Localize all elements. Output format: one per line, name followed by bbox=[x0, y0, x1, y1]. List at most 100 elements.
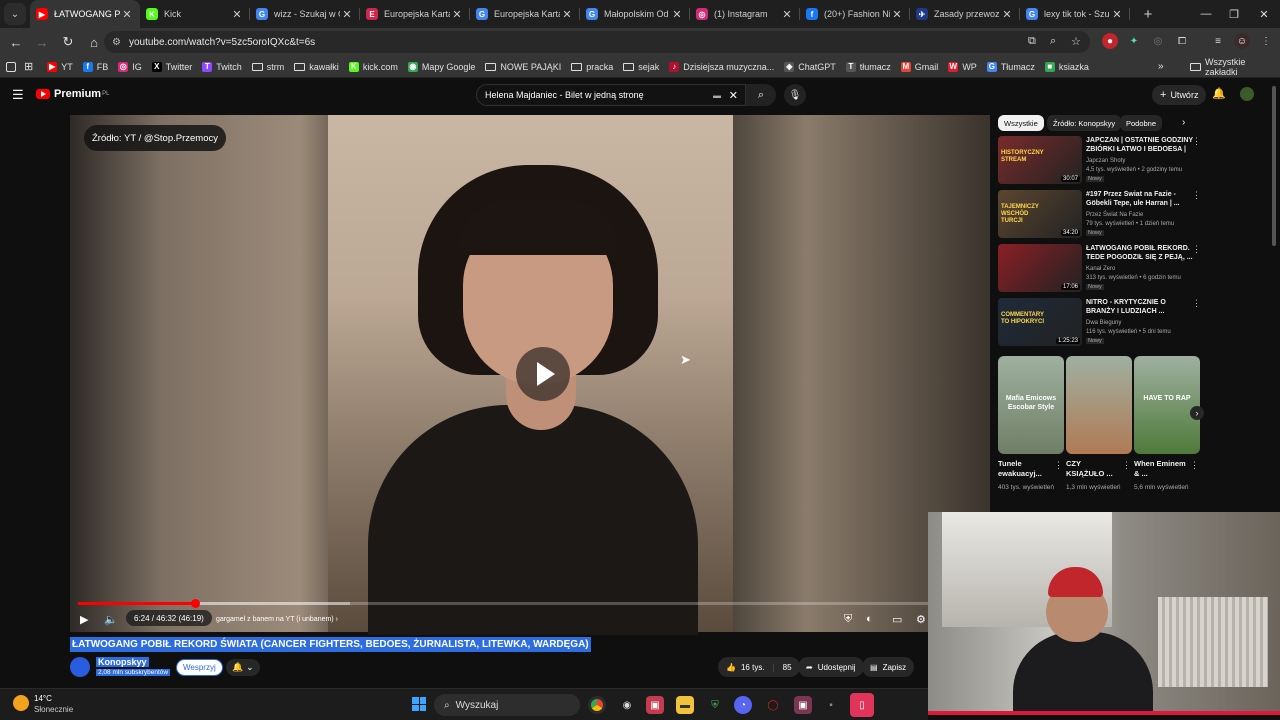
new-tab-button[interactable]: + bbox=[1136, 6, 1160, 23]
page-scrollbar[interactable] bbox=[1272, 86, 1276, 246]
bookmark-item[interactable]: G Tłumacz bbox=[986, 61, 1035, 72]
bookmark-item[interactable]: ▶ YT bbox=[47, 61, 73, 72]
home-icon[interactable]: ⌂ bbox=[82, 30, 106, 54]
bookmark-item[interactable]: W WP bbox=[948, 61, 977, 72]
short-title[interactable]: When Eminem & ... bbox=[1134, 459, 1188, 479]
settings-gear-icon[interactable]: ⚙ bbox=[916, 610, 926, 628]
volume-icon[interactable]: 🔈 bbox=[104, 610, 118, 628]
tab-close-icon[interactable]: ✕ bbox=[230, 8, 244, 21]
recommendation-item[interactable]: TAJEMNICZY WSCHÓD TURCJI 34:20 #197 Przez … bbox=[998, 190, 1201, 240]
bookmark-item[interactable]: ♪ Dzisiejsza muzyczna... bbox=[669, 61, 774, 72]
browser-tab[interactable]: ✈ Zasady przewozu ✕ bbox=[910, 0, 1020, 28]
subscribed-bell-button[interactable]: 🔔 ⌄ bbox=[226, 659, 260, 676]
keyboard-icon[interactable]: ▬ bbox=[713, 91, 721, 100]
short-title[interactable]: CZY KSIĄŻUŁO ... bbox=[1066, 459, 1120, 479]
record-extension-icon[interactable]: ● bbox=[1102, 33, 1118, 49]
restore-icon[interactable]: ❐ bbox=[1218, 0, 1250, 28]
opera-icon[interactable]: ◯ bbox=[764, 696, 782, 714]
bookmark-item[interactable]: pracka bbox=[571, 62, 613, 72]
youtube-logo[interactable]: Premium PL bbox=[36, 88, 109, 100]
video-title[interactable]: NITRO - KRYTYCZNIE O BRANŻY I LUDZIACH .… bbox=[1086, 298, 1194, 316]
browser-tab[interactable]: G Małopolskim Od ✕ bbox=[580, 0, 690, 28]
chips-next-icon[interactable]: › bbox=[1182, 117, 1185, 128]
more-options-icon[interactable]: ⋮ bbox=[1192, 244, 1201, 255]
search-button[interactable]: ⌕ bbox=[746, 84, 776, 106]
browser-tab[interactable]: ▶ ŁATWOGANG PO✕ bbox=[30, 0, 140, 28]
weather-sun-icon[interactable] bbox=[13, 695, 29, 711]
chapter-button[interactable]: gargamel z banem na YT (i unbanem) › bbox=[210, 611, 344, 627]
video-title[interactable]: ŁATWOGANG POBIŁ REKORD. TEDE POGODZIŁ SI… bbox=[1086, 244, 1194, 262]
short-title[interactable]: Tunele ewakuacyj... bbox=[998, 459, 1052, 479]
tab-close-icon[interactable]: ✕ bbox=[1000, 8, 1014, 21]
bookmark-item[interactable]: Kkick.com bbox=[348, 61, 398, 72]
save-button[interactable]: ▤ Zapisz bbox=[862, 657, 915, 677]
shield-icon[interactable]: ⛨ bbox=[844, 610, 852, 628]
active-app-icon[interactable]: ▯ bbox=[850, 693, 874, 717]
site-info-icon[interactable]: ⚙ bbox=[112, 37, 121, 48]
tab-close-icon[interactable]: ✕ bbox=[340, 8, 354, 21]
more-options-icon[interactable]: ⋮ bbox=[1192, 136, 1201, 147]
progress-bar[interactable] bbox=[78, 599, 928, 608]
sidepanel-icon[interactable] bbox=[6, 61, 16, 72]
taskbar-search[interactable]: ⌕ Wyszukaj bbox=[434, 694, 580, 716]
browser-tab[interactable]: K Kick ✕ bbox=[140, 0, 250, 28]
more-options-icon[interactable]: ⋮ bbox=[1192, 298, 1201, 309]
browser-tab[interactable]: f (20+) Fashion Ni ✕ bbox=[800, 0, 910, 28]
like-button[interactable]: 👍 16 tys. | 85 bbox=[718, 657, 800, 677]
scrubber-handle[interactable] bbox=[191, 599, 201, 608]
browser-tab[interactable]: Gwizz - Szukaj w G ✕ bbox=[250, 0, 360, 28]
zoom-icon[interactable]: ⌕ bbox=[1050, 35, 1056, 48]
tab-close-icon[interactable]: ✕ bbox=[780, 8, 794, 21]
menu-kebab-icon[interactable]: ⋮ bbox=[1258, 33, 1274, 49]
bookmark-item[interactable]: sejak bbox=[623, 62, 659, 72]
channel-name[interactable]: Przez Świat Na Fazie bbox=[1086, 212, 1143, 218]
tab-close-icon[interactable]: ✕ bbox=[1110, 8, 1124, 21]
account-avatar[interactable] bbox=[1240, 87, 1254, 101]
bookmark-item[interactable]: ■ ksiazka bbox=[1044, 61, 1089, 72]
video-thumbnail[interactable]: COMMENTARY TO HIPOKRYCI 1:25:23 bbox=[998, 298, 1082, 346]
vpn-shield-icon[interactable]: ⛨ bbox=[706, 696, 724, 714]
video-thumbnail[interactable]: 17:06 bbox=[998, 244, 1082, 292]
filter-chip[interactable]: Podobne bbox=[1120, 115, 1163, 131]
recommendation-item[interactable]: HISTORYCZNY STREAM 30:07 JAPCZAN | OSTATNI… bbox=[998, 136, 1201, 186]
autoplay-toggle-icon[interactable]: ◐ bbox=[866, 610, 873, 628]
bookmark-item[interactable]: ◈ ChatGPT bbox=[784, 61, 836, 72]
create-button[interactable]: + Utwórz bbox=[1152, 85, 1207, 105]
filter-chip[interactable]: Wszystkie bbox=[998, 115, 1044, 131]
back-icon[interactable]: ← bbox=[4, 30, 28, 54]
tab-close-icon[interactable]: ✕ bbox=[670, 8, 684, 21]
browser-tab[interactable]: E Europejska Karta ✕ bbox=[360, 0, 470, 28]
video-player[interactable]: Źródło: YT / @Stop.Przemocy ➤ ▶ 🔈 6:24 /… bbox=[70, 115, 990, 635]
media-icon[interactable]: ≡ bbox=[1210, 33, 1226, 49]
tab-close-icon[interactable]: ✕ bbox=[560, 8, 574, 21]
discord-icon[interactable]: ◔ bbox=[734, 696, 752, 714]
bookmark-item[interactable]: NOWE PAJĄKI bbox=[485, 62, 561, 72]
close-window-icon[interactable]: ✕ bbox=[1248, 0, 1280, 28]
recommendation-item[interactable]: 17:06 ŁATWOGANG POBIŁ REKORD. TEDE POGODZ… bbox=[998, 244, 1201, 294]
file-explorer-icon[interactable]: ▬ bbox=[676, 696, 694, 714]
app-icon[interactable]: ▪ bbox=[822, 696, 840, 714]
channel-avatar[interactable] bbox=[70, 657, 90, 677]
more-options-icon[interactable]: ⋮ bbox=[1190, 460, 1199, 471]
bookmark-item[interactable]: f FB bbox=[82, 61, 108, 72]
bookmark-item[interactable]: X Twitter bbox=[151, 61, 192, 72]
bookmark-item[interactable]: strm bbox=[251, 62, 284, 72]
subtitles-icon[interactable]: ▭ bbox=[892, 610, 902, 628]
profile-avatar[interactable]: ☺ bbox=[1234, 33, 1250, 49]
bookmark-item[interactable]: ◎ IG bbox=[118, 61, 142, 72]
app-icon[interactable]: ▣ bbox=[794, 696, 812, 714]
browser-tab[interactable]: ◎ (1) Instagram ✕ bbox=[690, 0, 800, 28]
play-icon[interactable]: ▶ bbox=[80, 610, 88, 628]
notifications-bell-icon[interactable]: 🔔 bbox=[1212, 87, 1226, 100]
recommendation-item[interactable]: COMMENTARY TO HIPOKRYCI 1:25:23 NITRO - KR… bbox=[998, 298, 1201, 348]
short-thumbnail[interactable]: Mafia Emicows Escobar Style bbox=[998, 356, 1064, 454]
install-icon[interactable]: ⧉ bbox=[1028, 35, 1036, 48]
video-thumbnail[interactable]: HISTORYCZNY STREAM 30:07 bbox=[998, 136, 1082, 184]
share-button[interactable]: ➦ Udostępnij bbox=[798, 657, 864, 677]
all-bookmarks-button[interactable]: Wszystkie zakładki bbox=[1190, 57, 1280, 77]
extensions-puzzle-icon[interactable]: ⧠ bbox=[1174, 33, 1190, 49]
tab-search-icon[interactable]: ⌄ bbox=[4, 3, 26, 25]
hamburger-menu-icon[interactable]: ☰ bbox=[12, 87, 24, 103]
support-button[interactable]: Wesprzyj bbox=[176, 659, 223, 676]
channel-name[interactable]: Dwa Bieguny bbox=[1086, 320, 1121, 326]
